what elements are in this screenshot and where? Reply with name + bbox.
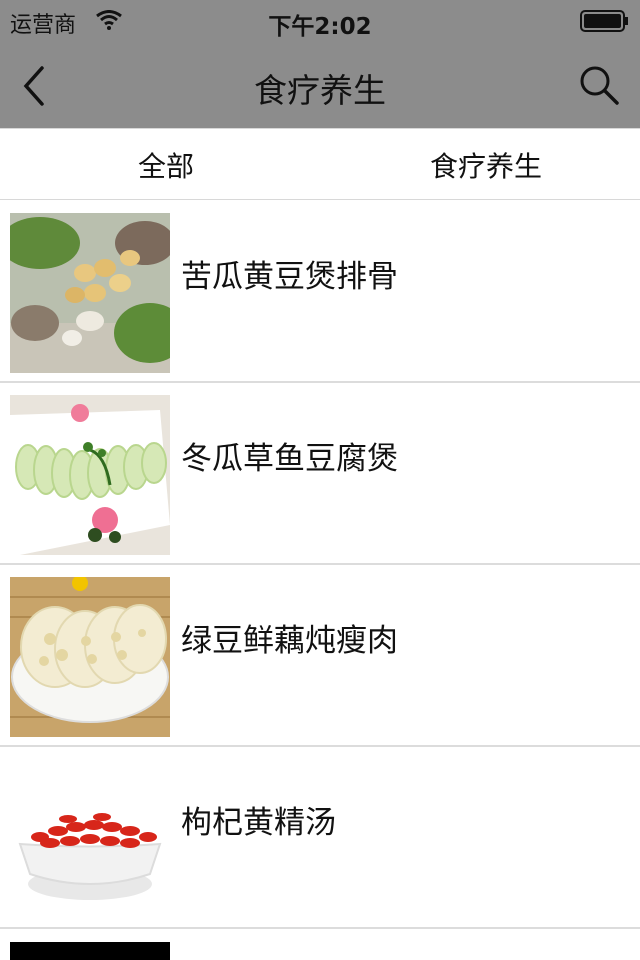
item-title: 冬瓜草鱼豆腐煲 (181, 441, 398, 477)
tab-all[interactable]: 全部 (6, 129, 326, 201)
list-item[interactable]: 苦瓜黄豆煲排骨 (0, 201, 640, 383)
item-title: 苦瓜黄豆煲排骨 (181, 259, 398, 295)
list-item[interactable]: 枸杞黄精汤 (0, 747, 640, 929)
category-tabs: 全部 食疗养生 (0, 128, 640, 200)
recipe-list: 苦瓜黄豆煲排骨 冬瓜草鱼豆腐煲 绿豆鲜藕炖瘦肉 枸杞黄精汤 (0, 201, 640, 929)
item-title: 绿豆鲜藕炖瘦肉 (181, 623, 398, 659)
page-title: 食疗养生 (254, 71, 386, 110)
search-icon[interactable] (578, 64, 620, 106)
winter-melon-slices-image (10, 395, 170, 555)
list-item[interactable]: 绿豆鲜藕炖瘦肉 (0, 565, 640, 747)
status-time: 下午2:02 (268, 14, 372, 40)
goji-berries-bowl-image (10, 759, 170, 919)
lotus-root-slices-image (10, 577, 170, 737)
tab-diet-therapy[interactable]: 食疗养生 (326, 129, 640, 201)
partial-thumbnail (10, 942, 170, 960)
battery-icon (580, 10, 628, 32)
bitter-melon-soybean-ribs-image (10, 213, 170, 373)
status-bar: 运营商 下午2:02 (0, 0, 640, 40)
item-title: 枸杞黄精汤 (181, 805, 336, 841)
list-item[interactable]: 冬瓜草鱼豆腐煲 (0, 383, 640, 565)
navigation-bar: 食疗养生 (0, 40, 640, 128)
